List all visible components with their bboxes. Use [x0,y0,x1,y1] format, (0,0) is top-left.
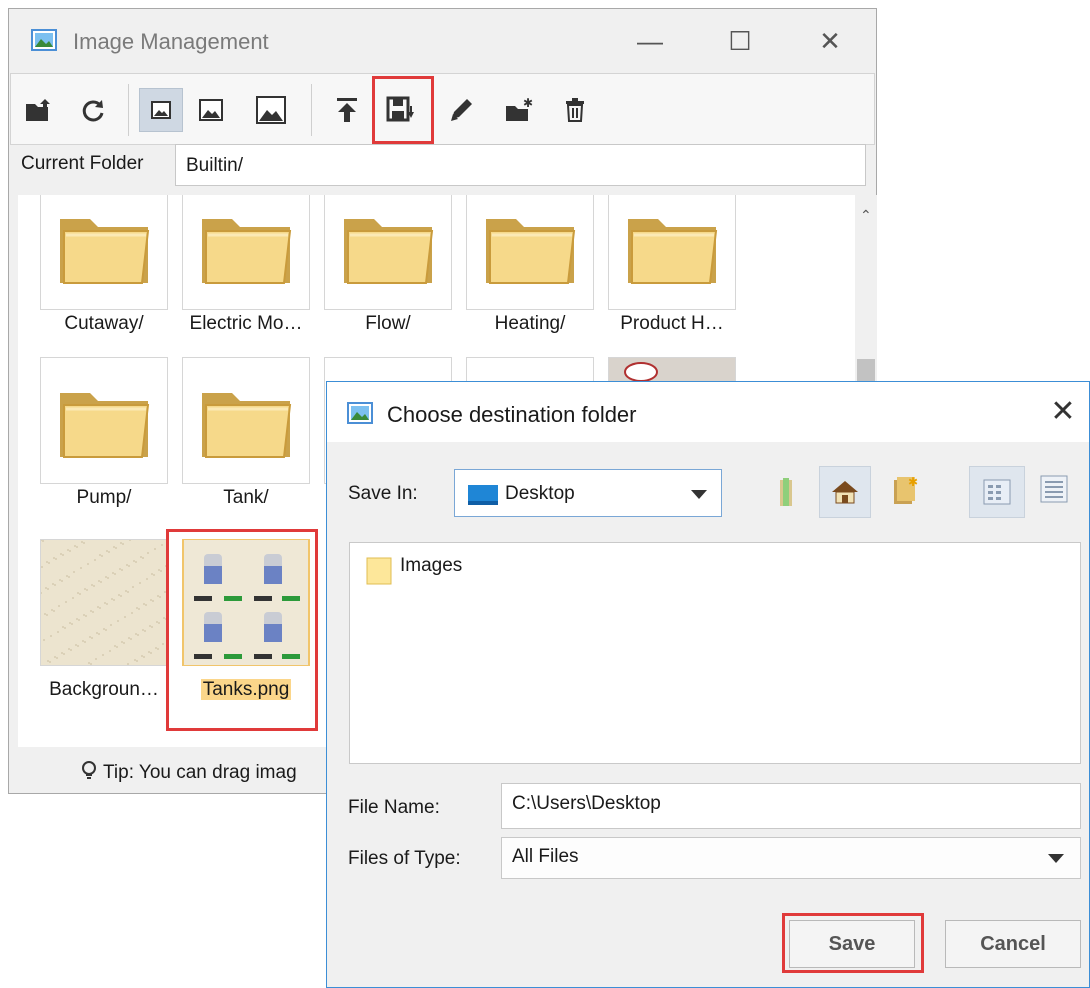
save-in-value: Desktop [505,483,575,504]
save-button-highlight [782,913,924,973]
scroll-up-icon[interactable]: ⌃ [860,207,872,224]
file-name-input[interactable]: C:\Users\Desktop [501,783,1081,829]
new-folder-icon[interactable]: ✱ [891,474,919,511]
desktop-icon [467,484,499,512]
tile-label-text: Backgroun… [49,679,159,700]
dialog-image-icon [347,402,373,429]
current-folder-input[interactable]: Builtin/ [175,144,866,186]
home-icon[interactable] [819,466,871,518]
image-tile[interactable] [40,539,168,666]
files-of-type-label: Files of Type: [348,848,461,869]
window-title: Image Management [73,29,269,54]
tile-label-text: Cutaway/ [64,313,144,334]
upload-icon[interactable] [325,88,369,132]
chevron-down-icon [1048,854,1064,863]
folder-tile[interactable] [608,195,736,310]
dialog-close-button[interactable]: ✕ [1043,394,1083,430]
small-image-icon[interactable] [139,88,183,132]
toolbar: ✱ [10,73,875,145]
tanks-highlight [166,529,318,731]
close-button[interactable]: ✕ [805,21,855,61]
tile-label-text: Electric Mo… [189,313,303,334]
cancel-button[interactable]: Cancel [945,920,1081,968]
medium-image-icon[interactable] [189,88,233,132]
save-highlight [372,76,434,144]
tile-label-text: Flow/ [365,313,411,334]
file-name-label: File Name: [348,797,440,818]
minimize-button[interactable]: — [625,21,675,61]
tip-label: Tip: You can drag imag [103,762,297,783]
tile-label: Flow/ [313,313,463,335]
svg-text:✱: ✱ [908,475,918,489]
svg-text:✱: ✱ [523,97,533,110]
tile-label-text: Pump/ [76,487,132,508]
folder-icon [486,218,576,284]
folder-icon [344,218,434,284]
tile-label: Tank/ [171,487,321,509]
tile-label: Backgroun… [29,679,179,701]
up-folder-icon[interactable] [775,476,799,513]
choose-destination-dialog: Choose destination folder ✕ Save In: Des… [326,381,1090,988]
folder-tile[interactable] [182,195,310,310]
list-view-icon[interactable] [969,466,1025,518]
list-item-label: Images [400,555,463,576]
file-list[interactable]: Images [349,542,1081,764]
folder-tile[interactable] [40,195,168,310]
chevron-down-icon [691,490,707,499]
lightbulb-icon [81,761,97,781]
tip-text: Tip: You can drag imag [81,761,297,784]
delete-icon[interactable] [553,88,597,132]
tile-label-text: Heating/ [494,313,566,334]
new-folder-icon[interactable]: ✱ [497,88,541,132]
folder-icon [366,555,392,590]
folder-icon [628,218,718,284]
folder-icon [202,218,292,284]
tile-label: Heating/ [455,313,605,335]
dialog-titlebar: Choose destination folder ✕ [327,382,1089,442]
files-of-type-value: All Files [512,846,579,867]
folder-tile[interactable] [324,195,452,310]
edit-icon[interactable] [439,88,483,132]
tile-label-text: Tank/ [223,487,269,508]
app-image-icon [31,29,57,56]
maximize-button[interactable]: ☐ [715,21,765,61]
refresh-icon[interactable] [71,88,115,132]
folder-icon [202,392,292,458]
files-of-type-select[interactable]: All Files [501,837,1081,879]
folder-icon [60,392,150,458]
tile-label: Cutaway/ [29,313,179,335]
tile-label-text: Product H… [620,313,724,334]
save-in-combo[interactable]: Desktop [454,469,722,517]
details-view-icon[interactable] [1039,474,1069,509]
tile-label: Pump/ [29,487,179,509]
large-image-icon[interactable] [249,88,293,132]
folder-tile[interactable] [466,195,594,310]
tile-label: Electric Mo… [171,313,321,335]
folder-tile[interactable] [182,357,310,484]
open-folder-icon[interactable] [17,88,61,132]
dialog-title: Choose destination folder [387,402,637,427]
folder-icon [60,218,150,284]
tile-label: Product H… [597,313,747,335]
folder-tile[interactable] [40,357,168,484]
save-in-label: Save In: [348,483,418,504]
current-folder-label: Current Folder [21,153,144,174]
